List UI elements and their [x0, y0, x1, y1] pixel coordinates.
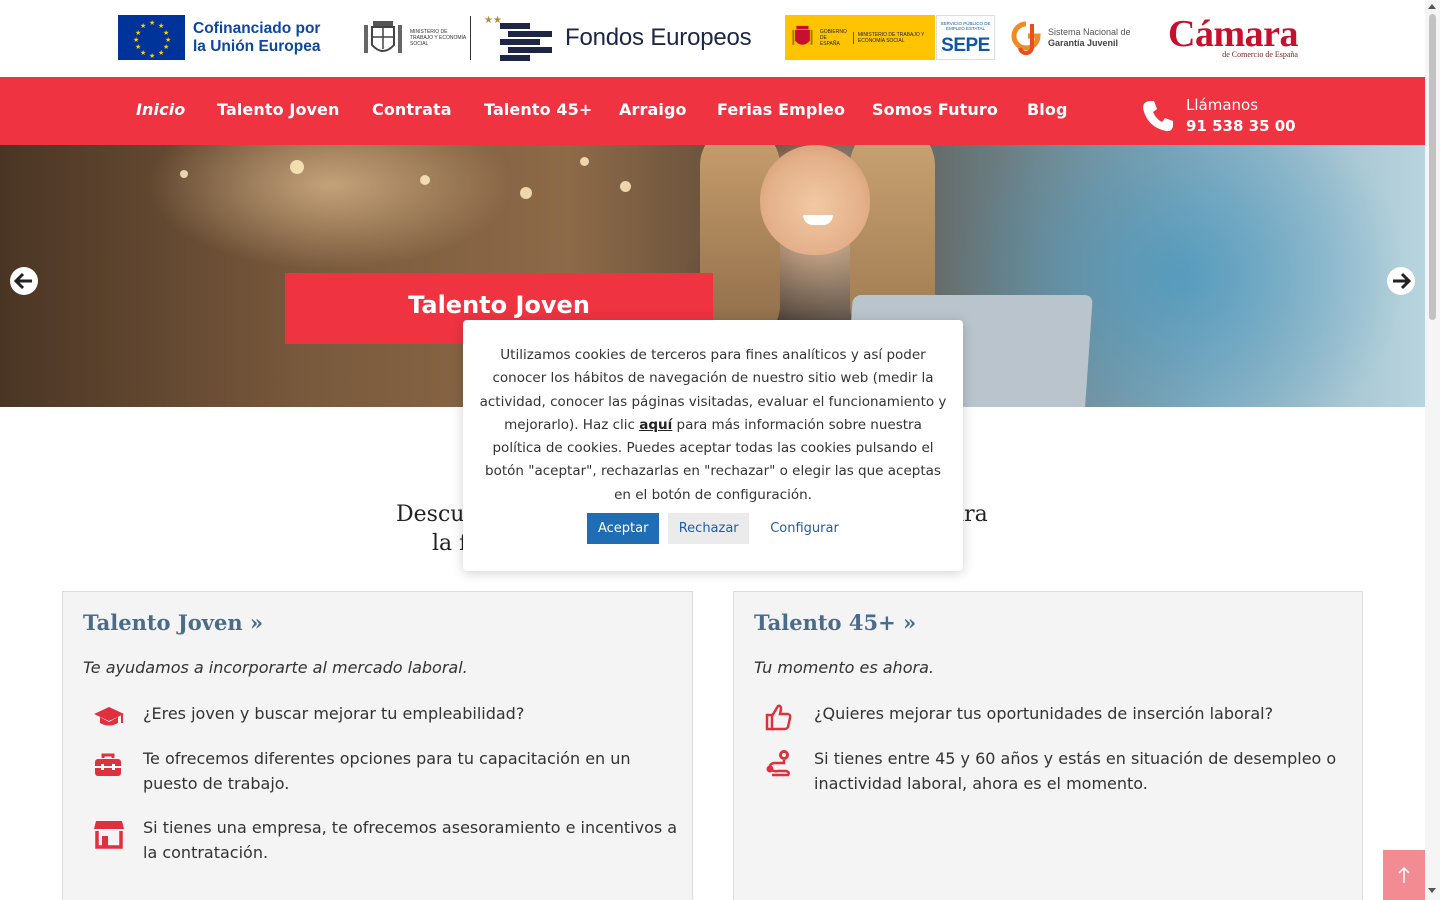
- hero-photo-person: [760, 145, 870, 255]
- list-item-text: Si tienes entre 45 y 60 años y estás en …: [814, 749, 1337, 793]
- card-talento-joven: Talento Joven » Te ayudamos a incorporar…: [62, 591, 693, 900]
- toolbox-icon: [93, 747, 133, 777]
- fondos-europeos-logo: ★★ Fondos Europeos: [484, 13, 752, 63]
- garantia-juvenil-icon: [1011, 21, 1041, 56]
- ministerio-logo: MINISTERIO DE TRABAJO Y ECONOMÍA SOCIAL: [360, 14, 471, 62]
- phone-icon: [1143, 101, 1173, 132]
- list-item-text: ¿Quieres mejorar tus oportunidades de in…: [814, 704, 1274, 723]
- background-light: [620, 181, 631, 192]
- graduation-cap-icon: [93, 702, 133, 732]
- route-icon: [764, 747, 804, 777]
- cookie-consent-dialog: Utilizamos cookies de terceros para fine…: [463, 320, 963, 571]
- slider-prev-button[interactable]: [10, 267, 38, 295]
- sepe-small-text: SERVICIO PÚBLICO DE EMPLEO ESTATAL: [940, 21, 991, 31]
- gobierno-espana-logo: GOBIERNO DE ESPAÑA MINISTERIO DE TRABAJO…: [785, 15, 935, 60]
- background-light: [290, 160, 304, 174]
- arrow-up-icon: [1398, 866, 1410, 883]
- arrow-left-icon: [14, 272, 32, 290]
- list-item: Si tienes una empresa, te ofrecemos ases…: [93, 816, 678, 865]
- nav-item-talento-joven[interactable]: Talento Joven: [217, 77, 340, 145]
- page-scrollbar[interactable]: [1425, 0, 1440, 900]
- list-item: Si tienes entre 45 y 60 años y estás en …: [764, 747, 1349, 796]
- eu-cofinancing-logo: ★ ★ ★ ★ ★ ★ ★ ★ ★ ★ ★ ★ Cofinanciado por la Unió…: [118, 15, 320, 60]
- gobierno-text: GOBIERNO DE ESPAÑA: [819, 28, 847, 47]
- sepe-text: SEPE: [941, 35, 990, 56]
- back-to-top-button[interactable]: [1383, 850, 1425, 900]
- sepe-logo: SERVICIO PÚBLICO DE EMPLEO ESTATAL SEPE: [936, 15, 995, 60]
- fondos-europeos-text: Fondos Europeos: [565, 24, 752, 51]
- card-subtitle: Tu momento es ahora.: [754, 658, 934, 677]
- nav-item-ferias-empleo[interactable]: Ferias Empleo: [717, 77, 845, 145]
- list-item-text: Te ofrecemos diferentes opciones para tu…: [143, 749, 631, 793]
- phone-number[interactable]: 91 538 35 00: [1186, 115, 1296, 137]
- cookie-text: Utilizamos cookies de terceros para fine…: [479, 344, 947, 507]
- nav-item-somos-futuro[interactable]: Somos Futuro: [872, 77, 998, 145]
- list-item-text: ¿Eres joven y buscar mejorar tu empleabi…: [143, 704, 525, 723]
- background-light: [580, 157, 589, 166]
- intro-line2-start: la f: [432, 531, 468, 556]
- eu-logo-line2: la Unión Europea: [193, 37, 321, 55]
- nav-item-inicio[interactable]: Inicio: [136, 77, 185, 145]
- thumbs-up-icon: [764, 702, 804, 732]
- phone-contact[interactable]: Llámanos 91 538 35 00: [1141, 95, 1296, 137]
- intro-line1-start: Descu: [396, 502, 465, 527]
- scroll-down-arrow-icon[interactable]: [1428, 888, 1436, 893]
- background-light: [420, 175, 430, 185]
- arrow-right-icon: [1393, 272, 1411, 290]
- eu-logo-line1: Cofinanciado por: [193, 19, 321, 37]
- background-light: [180, 170, 188, 178]
- background-light: [520, 187, 532, 199]
- card-subtitle: Te ayudamos a incorporarte al mercado la…: [83, 658, 468, 677]
- list-item: ¿Quieres mejorar tus oportunidades de in…: [764, 702, 1349, 732]
- card-talento-45: Talento 45+ » Tu momento es ahora. ¿Quie…: [733, 591, 1363, 900]
- card-title[interactable]: Talento 45+ »: [754, 610, 916, 635]
- camara-logo[interactable]: Cámara de Comercio de España: [1168, 14, 1298, 59]
- phone-label: Llámanos: [1186, 96, 1259, 114]
- card-title[interactable]: Talento Joven »: [83, 610, 263, 635]
- nav-item-contrata[interactable]: Contrata: [372, 77, 452, 145]
- eu-flag-icon: ★ ★ ★ ★ ★ ★ ★ ★ ★ ★ ★ ★: [118, 15, 185, 60]
- cookie-policy-link[interactable]: aquí: [639, 417, 672, 433]
- logo-bar: ★ ★ ★ ★ ★ ★ ★ ★ ★ ★ ★ ★ Cofinanciado por la Unió…: [0, 0, 1425, 77]
- cookie-reject-button[interactable]: Rechazar: [668, 513, 750, 545]
- list-item: ¿Eres joven y buscar mejorar tu empleabi…: [93, 702, 678, 732]
- slider-next-button[interactable]: [1387, 267, 1415, 295]
- fondos-europeos-mark-icon: ★★: [484, 15, 552, 61]
- nav-item-blog[interactable]: Blog: [1027, 77, 1068, 145]
- store-icon: [93, 816, 133, 849]
- scroll-up-arrow-icon[interactable]: [1428, 4, 1436, 9]
- svg-text:★★: ★★: [484, 15, 502, 26]
- spain-shield-icon: [792, 25, 813, 45]
- scrollbar-thumb[interactable]: [1429, 14, 1436, 320]
- nav-item-arraigo[interactable]: Arraigo: [619, 77, 687, 145]
- cookie-accept-button[interactable]: Aceptar: [587, 513, 660, 545]
- camara-logo-word: Cámara: [1168, 13, 1298, 55]
- nav-item-talento-45[interactable]: Talento 45+: [484, 77, 592, 145]
- logo-divider: [470, 16, 471, 60]
- list-item: Te ofrecemos diferentes opciones para tu…: [93, 747, 678, 796]
- ministerio-logo-text: MINISTERIO DE TRABAJO Y ECONOMÍA SOCIAL: [410, 29, 466, 47]
- main-nav: Inicio Talento Joven Contrata Talento 45…: [0, 77, 1425, 145]
- sngj-line2-text: Garantía Juvenil: [1048, 38, 1119, 48]
- spain-coat-of-arms-icon: [364, 21, 402, 53]
- garantia-juvenil-logo: Sistema Nacional de Garantía Juvenil: [1010, 20, 1131, 56]
- gobierno-ministerio-text: MINISTERIO DE TRABAJO Y ECONOMÍA SOCIAL: [852, 31, 935, 44]
- list-item-text: Si tienes una empresa, te ofrecemos ases…: [143, 818, 678, 862]
- sngj-line2: Garantía Juvenil: [1048, 38, 1131, 49]
- cookie-configure-link[interactable]: Configurar: [770, 521, 839, 536]
- sngj-line1: Sistema Nacional de: [1048, 27, 1131, 37]
- cookie-buttons: Aceptar Rechazar Configurar: [479, 513, 947, 545]
